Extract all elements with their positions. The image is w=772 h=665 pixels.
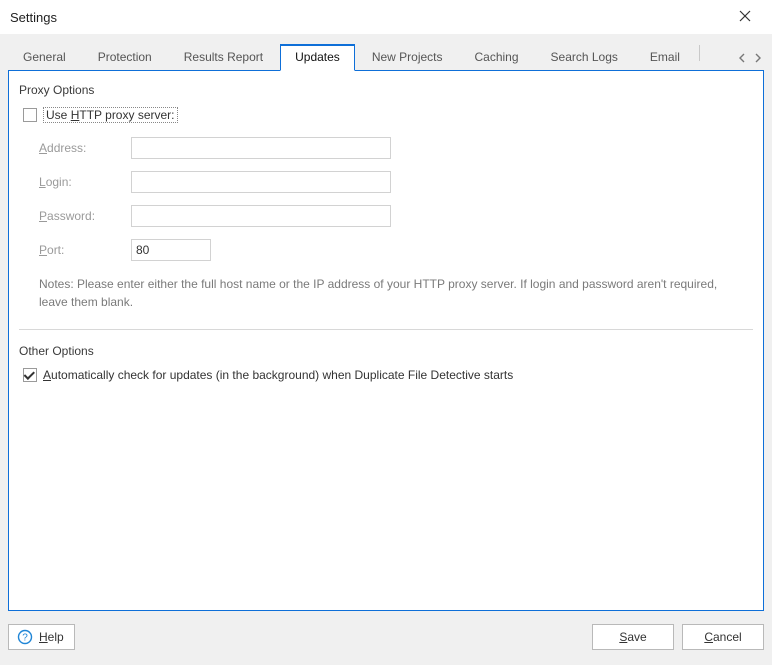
proxy-form: Address: Login: Password: Port:: [39, 137, 753, 261]
address-label: Address:: [39, 141, 123, 155]
divider: [19, 329, 753, 330]
help-label: Help: [39, 630, 64, 644]
settings-window: Settings General Protection Results Repo…: [0, 0, 772, 665]
tab-scroll-right[interactable]: [752, 52, 764, 66]
auto-check-row: Automatically check for updates (in the …: [23, 368, 753, 382]
auto-check-label[interactable]: Automatically check for updates (in the …: [43, 368, 513, 382]
tab-new-projects[interactable]: New Projects: [357, 44, 458, 70]
tab-general[interactable]: General: [8, 44, 81, 70]
tab-email[interactable]: Email: [635, 44, 695, 70]
port-label: Port:: [39, 243, 123, 257]
port-input[interactable]: [131, 239, 211, 261]
footer: ? Help Save Cancel: [8, 611, 764, 657]
help-icon: ?: [17, 629, 33, 645]
save-button[interactable]: Save: [592, 624, 674, 650]
save-label: Save: [619, 630, 646, 644]
address-input[interactable]: [131, 137, 391, 159]
section-title-proxy: Proxy Options: [19, 83, 753, 97]
help-button[interactable]: ? Help: [8, 624, 75, 650]
tab-protection[interactable]: Protection: [83, 44, 167, 70]
body: General Protection Results Report Update…: [0, 34, 772, 665]
tab-results-report[interactable]: Results Report: [169, 44, 278, 70]
close-button[interactable]: [728, 4, 762, 30]
close-icon: [739, 9, 751, 25]
section-title-other: Other Options: [19, 344, 753, 358]
password-input[interactable]: [131, 205, 391, 227]
auto-check-checkbox[interactable]: [23, 368, 37, 382]
tab-caching[interactable]: Caching: [460, 44, 534, 70]
password-label: Password:: [39, 209, 123, 223]
tabstrip: General Protection Results Report Update…: [8, 42, 764, 70]
use-http-proxy-checkbox[interactable]: [23, 108, 37, 122]
use-http-proxy-row: Use HTTP proxy server:: [23, 107, 753, 123]
tab-scroll-left[interactable]: [736, 52, 748, 66]
tab-label: Updates: [295, 50, 340, 64]
tab-separator: [699, 45, 700, 61]
tab-label: Results Report: [184, 50, 263, 64]
cancel-label: Cancel: [704, 630, 741, 644]
chevron-left-icon: [738, 52, 746, 66]
cancel-button[interactable]: Cancel: [682, 624, 764, 650]
proxy-notes: Notes: Please enter either the full host…: [39, 275, 729, 311]
tab-label: General: [23, 50, 66, 64]
tab-label: New Projects: [372, 50, 443, 64]
tab-label: Caching: [475, 50, 519, 64]
tab-updates[interactable]: Updates: [280, 44, 355, 71]
tab-scroll-nav: [736, 52, 764, 70]
titlebar: Settings: [0, 0, 772, 34]
login-input[interactable]: [131, 171, 391, 193]
use-http-proxy-label[interactable]: Use HTTP proxy server:: [43, 107, 178, 123]
chevron-right-icon: [754, 52, 762, 66]
tab-label: Protection: [98, 50, 152, 64]
tab-label: Email: [650, 50, 680, 64]
window-title: Settings: [10, 10, 57, 25]
tab-label: Search Logs: [551, 50, 618, 64]
tab-panel-updates: Proxy Options Use HTTP proxy server: Add…: [8, 70, 764, 611]
tab-search-logs[interactable]: Search Logs: [536, 44, 633, 70]
svg-text:?: ?: [22, 633, 28, 644]
login-label: Login:: [39, 175, 123, 189]
